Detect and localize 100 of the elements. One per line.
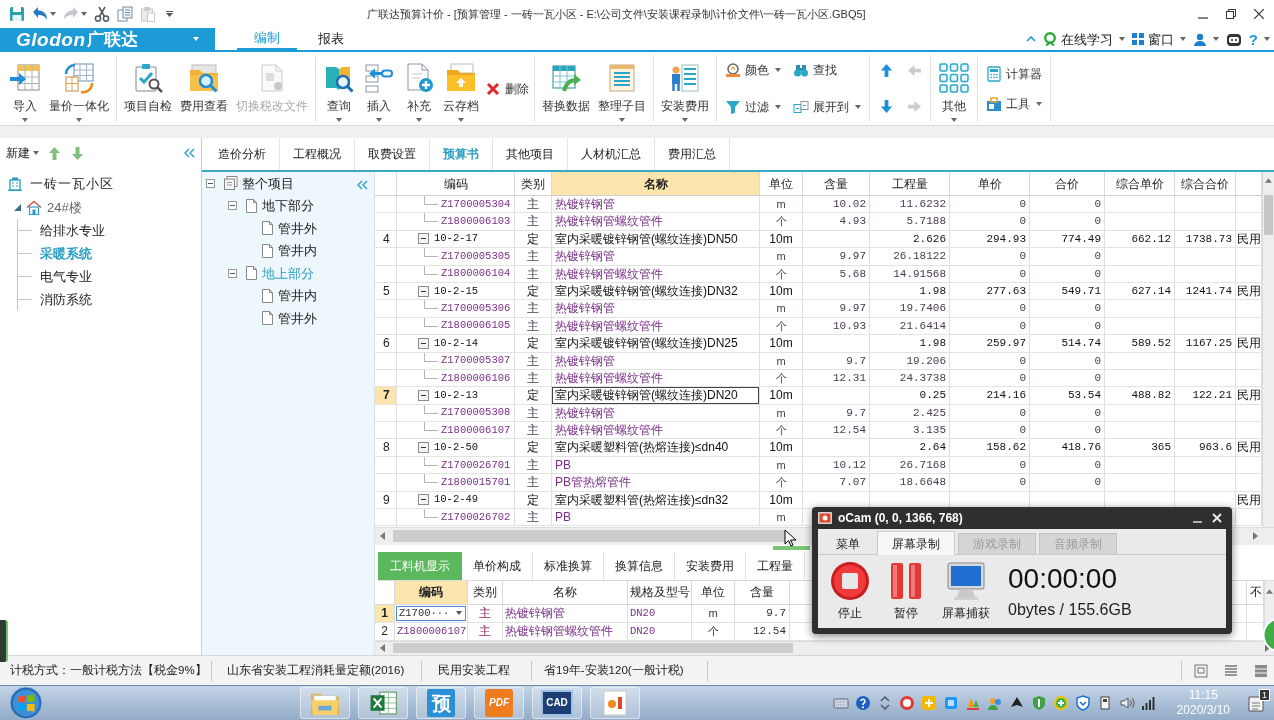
tree-item[interactable]: 整个项目: [242, 173, 294, 193]
ribbon-button[interactable]: 整理子目: [594, 55, 650, 122]
caret-icon[interactable]: [50, 12, 56, 16]
column-header[interactable]: 单价: [950, 172, 1030, 195]
splitter-handle[interactable]: [773, 546, 810, 551]
signal-icon[interactable]: [1140, 695, 1157, 711]
collapse-icon[interactable]: [418, 337, 429, 349]
column-header[interactable]: 名称: [503, 580, 628, 604]
ribbon-tab[interactable]: 报表: [301, 28, 361, 50]
caret-icon[interactable]: [775, 104, 781, 109]
list-view-icon[interactable]: [1224, 663, 1238, 678]
tab[interactable]: 菜单: [822, 533, 874, 554]
caret-icon[interactable]: [33, 151, 39, 155]
scroll-up-icon[interactable]: [1265, 178, 1272, 183]
collapse-panel-icon[interactable]: [357, 180, 368, 190]
caret-icon[interactable]: [682, 118, 688, 122]
ribbon-button[interactable]: 费用查看: [176, 55, 232, 122]
caret-icon[interactable]: [1212, 37, 1219, 41]
new-button[interactable]: 新建: [6, 144, 39, 162]
collapse-icon[interactable]: [418, 390, 429, 401]
start-orb-icon[interactable]: [9, 686, 43, 720]
restore-view-icon[interactable]: [1194, 663, 1208, 678]
tab[interactable]: 其他项目: [493, 138, 568, 170]
tree-item[interactable]: 地下部分: [262, 196, 314, 216]
pause-button[interactable]: 暂停: [886, 561, 926, 622]
ribbon-button[interactable]: 项目自检: [120, 55, 176, 122]
speaker-icon[interactable]: [1118, 695, 1135, 711]
tree-item[interactable]: 消防系统: [40, 289, 92, 310]
column-header[interactable]: 含量: [803, 172, 870, 195]
column-header[interactable]: 综合合价: [1175, 172, 1236, 195]
ribbon-button[interactable]: 插入: [359, 55, 399, 122]
caret-icon[interactable]: [1118, 37, 1125, 41]
tree-item[interactable]: 一砖一瓦小区: [30, 174, 114, 194]
ribbon-button[interactable]: 量价一体化: [45, 55, 113, 122]
caret-icon[interactable]: [22, 118, 28, 122]
ribbon-button[interactable]: 补充: [399, 55, 439, 122]
scroll-up-icon[interactable]: [1266, 588, 1273, 594]
collapse-icon[interactable]: [418, 285, 429, 297]
taskbar-button[interactable]: CAD: [532, 687, 582, 719]
scroll-right-icon[interactable]: [1253, 532, 1258, 541]
scrollbar-thumb[interactable]: [393, 530, 785, 543]
scrollbar-thumb[interactable]: [1264, 195, 1273, 235]
tile-icon[interactable]: [920, 695, 937, 711]
collapse-icon[interactable]: [418, 442, 429, 454]
tree-item[interactable]: 给排水专业: [40, 220, 105, 241]
column-header[interactable]: 编码: [397, 172, 515, 195]
scroll-left-icon[interactable]: [380, 644, 385, 653]
collapse-icon[interactable]: [228, 201, 237, 211]
ribbon-button[interactable]: 计算器: [984, 62, 1044, 85]
caret-icon[interactable]: [951, 118, 957, 122]
ribbon-button[interactable]: 过滤: [723, 95, 783, 118]
ribbon-button[interactable]: 删除: [483, 77, 531, 100]
tree-item[interactable]: 电气专业: [40, 266, 92, 287]
ribbon-button[interactable]: 云存档: [439, 55, 483, 122]
customize-icon[interactable]: [166, 11, 173, 17]
caret-icon[interactable]: [376, 118, 382, 122]
caret-icon[interactable]: [76, 118, 82, 122]
column-header[interactable]: 工程量: [870, 172, 950, 195]
collapse-icon[interactable]: [418, 233, 429, 245]
column-header[interactable]: 编码: [395, 580, 468, 604]
caret-icon[interactable]: [619, 118, 625, 122]
column-header[interactable]: 合价: [1030, 172, 1105, 195]
collapse-icon[interactable]: [206, 178, 215, 188]
restore-icon[interactable]: [1226, 9, 1236, 19]
collapse-icon[interactable]: [418, 494, 429, 506]
caret-icon[interactable]: [1036, 101, 1042, 106]
scroll-left-icon[interactable]: [380, 532, 385, 541]
taskbar-button[interactable]: [358, 687, 408, 719]
user-button[interactable]: [1192, 32, 1219, 46]
tab[interactable]: 人材机汇总: [568, 138, 655, 170]
caret-icon[interactable]: [416, 118, 422, 122]
ribbon-button[interactable]: 颜色: [723, 59, 783, 82]
help-icon[interactable]: [854, 695, 871, 711]
caret-icon[interactable]: [1264, 37, 1270, 41]
column-header[interactable]: 规格及型号: [628, 580, 692, 604]
column-header[interactable]: 名称: [552, 172, 760, 195]
ribbon-button[interactable]: 安装费用: [657, 55, 713, 122]
table-view-icon[interactable]: [1254, 663, 1268, 678]
column-header[interactable]: 含量: [735, 580, 790, 604]
taskbar-button[interactable]: [300, 687, 350, 719]
tab[interactable]: 取费设置: [355, 138, 430, 170]
column-header[interactable]: 综合单价: [1105, 172, 1175, 195]
caret-icon[interactable]: [775, 68, 781, 73]
taskbar-button[interactable]: [590, 687, 640, 719]
learn-button[interactable]: 在线学习: [1042, 32, 1125, 46]
tree-item[interactable]: 管井外: [278, 218, 317, 238]
collapse-icon[interactable]: [228, 268, 237, 278]
column-header[interactable]: 单位: [760, 172, 803, 195]
tab[interactable]: 屏幕录制: [877, 531, 955, 555]
shield-icon[interactable]: [1074, 695, 1091, 711]
side-widget[interactable]: [0, 620, 8, 662]
ribbon-button[interactable]: 查找: [791, 59, 863, 82]
tab[interactable]: 换算信息: [604, 551, 675, 580]
code-combo[interactable]: Z1700···: [396, 605, 466, 621]
ribbon-button[interactable]: 导入: [5, 55, 45, 122]
tree-item[interactable]: 管井内: [278, 286, 317, 306]
collapse-panel-icon[interactable]: [184, 148, 195, 158]
collapse-ribbon-icon[interactable]: [1025, 36, 1036, 42]
tab[interactable]: 工程量: [746, 551, 805, 580]
caret-icon[interactable]: [336, 118, 342, 122]
